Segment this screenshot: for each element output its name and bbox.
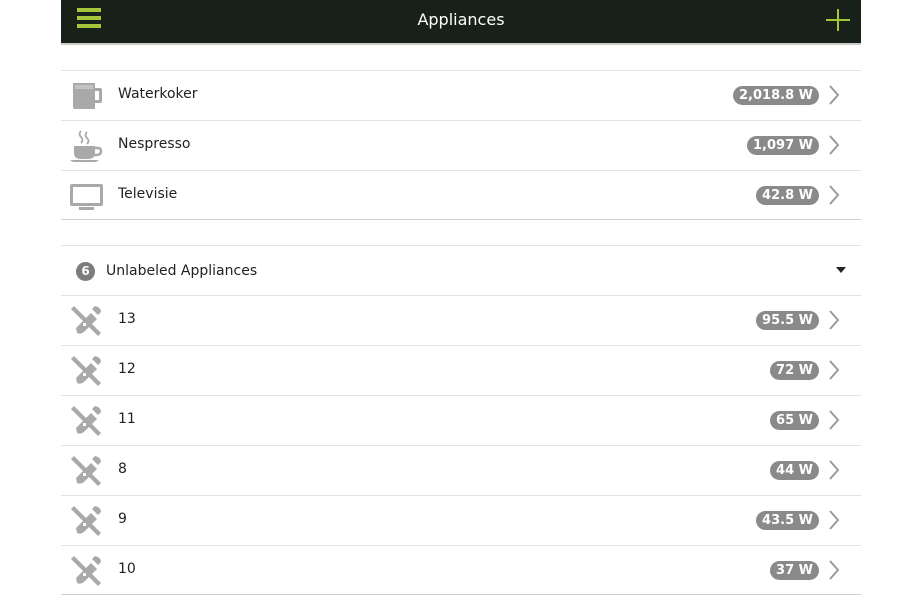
chevron-right-icon [829,560,840,580]
chevron-right-icon [829,360,840,380]
unlabeled-appliance-icon [71,306,101,336]
appliance-name: 10 [118,561,136,577]
kettle-icon [73,83,102,109]
power-badge: 1,097 W [747,136,819,155]
page-title: Appliances [417,10,505,29]
power-badge: 42.8 W [756,186,819,205]
appliances-app: Appliances Waterkoker 2,018.8 W Nespress… [61,0,861,616]
plus-icon[interactable] [826,9,850,31]
appliance-name: 13 [118,311,136,327]
chevron-right-icon [829,510,840,530]
power-badge: 65 W [770,411,819,430]
appliance-name: Nespresso [118,136,191,152]
list-bottom-divider [61,594,861,595]
chevron-right-icon [829,185,840,205]
chevron-right-icon [829,410,840,430]
power-badge: 43.5 W [756,511,819,530]
coffee-cup-icon [70,130,103,162]
unlabeled-appliance-icon [71,556,101,586]
unlabeled-count-badge: 6 [76,262,95,281]
appliance-name: 12 [118,361,136,377]
appliance-name: 11 [118,411,136,427]
unlabeled-appliances-title: Unlabeled Appliances [106,263,258,279]
power-badge: 95.5 W [756,311,819,330]
caret-down-icon[interactable] [836,267,846,273]
section-divider [61,219,861,220]
appliance-name: Televisie [118,186,178,202]
power-badge: 44 W [770,461,819,480]
power-badge: 37 W [770,561,819,580]
appliance-row-waterkoker[interactable]: Waterkoker 2,018.8 W [61,70,861,120]
chevron-right-icon [829,85,840,105]
unlabeled-appliances-header[interactable]: 6 Unlabeled Appliances [61,245,861,295]
unlabeled-row[interactable]: 11 65 W [61,395,861,445]
chevron-right-icon [829,310,840,330]
top-bar: Appliances [61,0,861,45]
unlabeled-appliance-icon [71,406,101,436]
unlabeled-appliance-icon [71,506,101,536]
unlabeled-row[interactable]: 9 43.5 W [61,495,861,545]
unlabeled-row[interactable]: 8 44 W [61,445,861,495]
chevron-right-icon [829,135,840,155]
chevron-right-icon [829,460,840,480]
appliance-name: 8 [118,461,127,477]
unlabeled-appliance-icon [71,356,101,386]
unlabeled-row[interactable]: 13 95.5 W [61,295,861,345]
unlabeled-row[interactable]: 12 72 W [61,345,861,395]
power-badge: 2,018.8 W [733,86,819,105]
appliance-row-nespresso[interactable]: Nespresso 1,097 W [61,120,861,170]
appliance-row-televisie[interactable]: Televisie 42.8 W [61,170,861,220]
unlabeled-appliance-icon [71,456,101,486]
tv-icon [70,184,103,210]
unlabeled-row[interactable]: 10 37 W [61,545,861,595]
power-badge: 72 W [770,361,819,380]
appliance-name: 9 [118,511,127,527]
appliance-name: Waterkoker [118,86,198,102]
